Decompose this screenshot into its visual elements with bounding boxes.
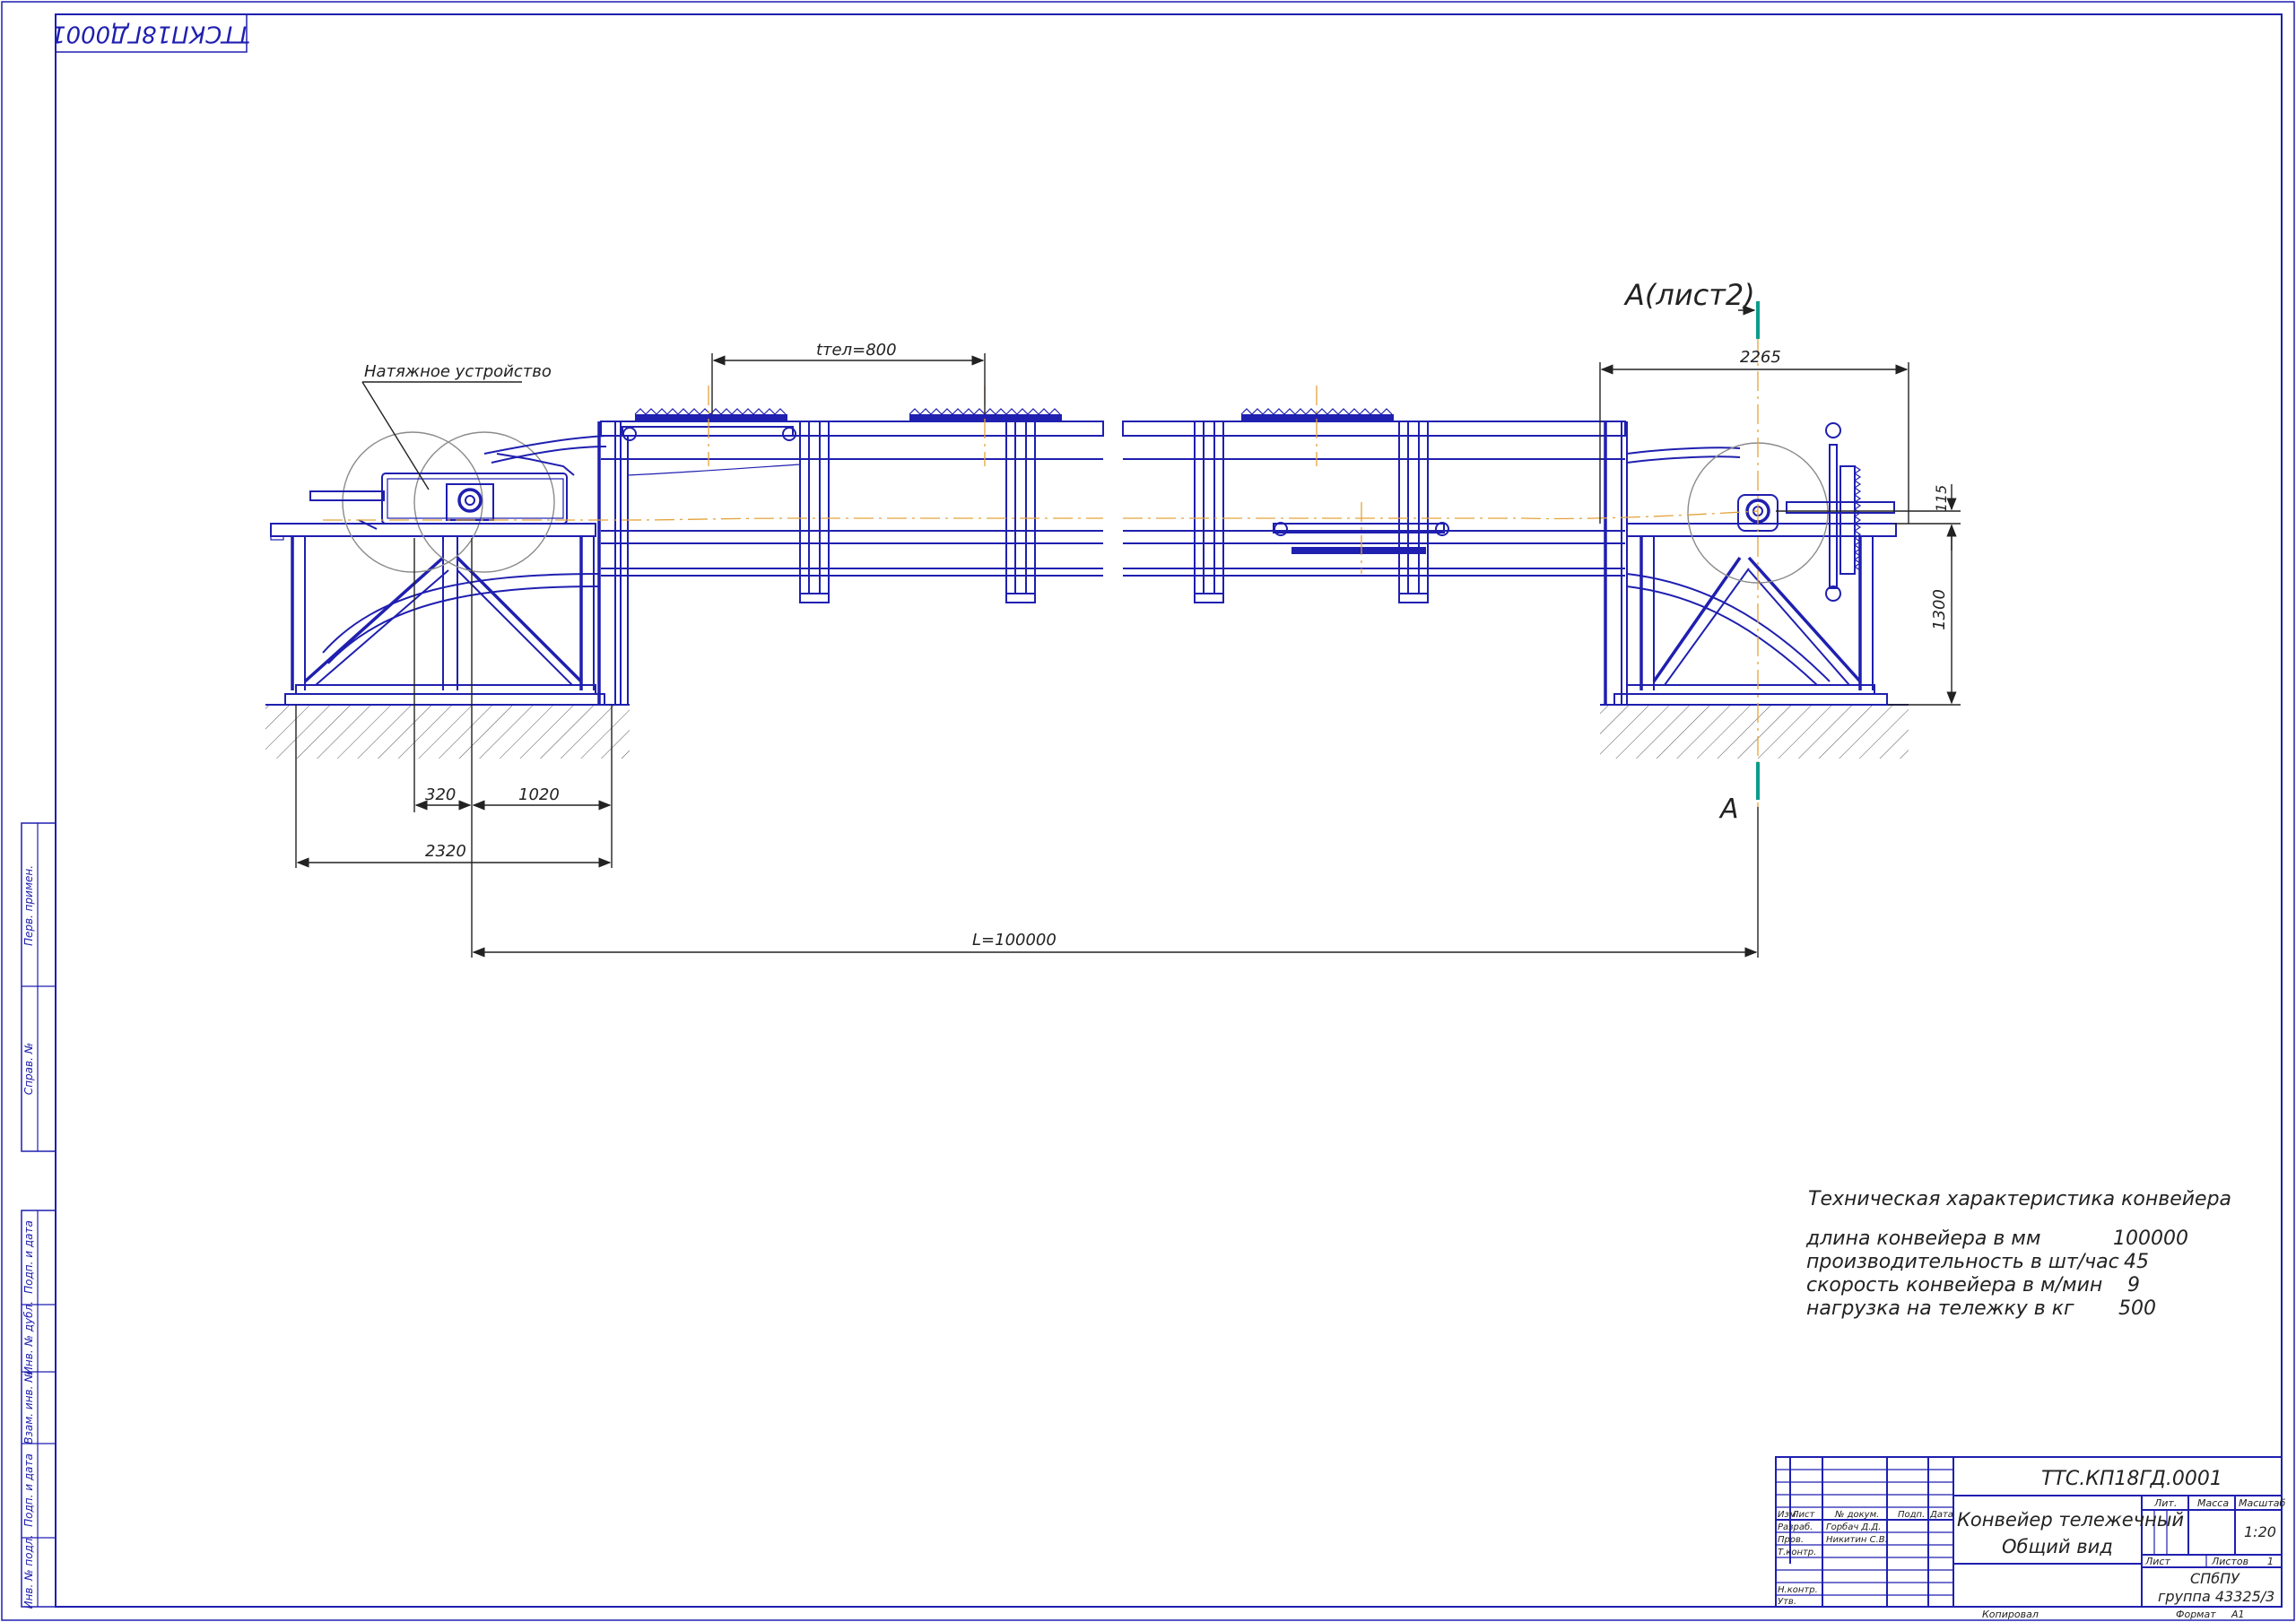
col-list: Лист (1791, 1510, 1816, 1520)
title-block: ТТС.КП18ГД.0001 Конвейер тележечный Общи… (1775, 1456, 2285, 1620)
side-stamp-3: Подп. и дата (22, 1220, 35, 1294)
inner-frame (55, 13, 2283, 1608)
col-date: Дата (1929, 1510, 1953, 1520)
view-label-bottom: А (1718, 794, 1739, 825)
drawing-name-2: Общий вид (2002, 1536, 2113, 1557)
drive-wheel (1687, 422, 1895, 602)
copied-label: Копировал (1982, 1609, 2039, 1620)
dim-1020: 1020 (518, 785, 560, 804)
spec-value-1: 100000 (2113, 1227, 2188, 1250)
role-approve: Утв. (1778, 1597, 1796, 1607)
role-ncontrol: Н.контр. (1778, 1585, 1818, 1595)
dim-115: 115 (1933, 485, 1950, 513)
conveyor-drawing: ТТСКП18ГД0001 Перв. примен. Справ. № Под… (1, 1, 2295, 1621)
trolley-3 (1240, 408, 1394, 421)
side-stamp-7: Инв. № подл. (22, 1535, 35, 1609)
spec-value-3: 9 (2127, 1274, 2140, 1297)
right-station-frame (1613, 447, 1897, 706)
side-stamp-5: Взам. инв. № (22, 1371, 35, 1444)
tech-specs: Техническая характеристика конвейера дли… (1805, 1188, 2231, 1320)
person-1: Горбач Д.Д. (1826, 1522, 1881, 1532)
ground-right (1600, 705, 1909, 759)
view-label-top: А(лист2) (1623, 278, 1755, 312)
role-tcontrol: Т.контр. (1778, 1548, 1816, 1557)
tension-device-label: Натяжное устройство (364, 362, 552, 381)
spec-label-1: длина конвейера в мм (1805, 1227, 2041, 1250)
format-label: Формат (2176, 1609, 2216, 1620)
main-frame-right (1122, 421, 1628, 705)
side-stamp-4: Инв. № дубл. (22, 1301, 35, 1375)
spec-label-4: нагрузка на тележку в кг (1806, 1297, 2074, 1320)
person-2: Никитин С.В. (1826, 1535, 1888, 1545)
col-sign: Подп. (1898, 1510, 1925, 1520)
format-value: А1 (2231, 1609, 2245, 1620)
role-check: Пров. (1778, 1535, 1804, 1545)
side-stamp-1: Перв. примен. (22, 865, 35, 946)
sheet-label: Лист (2144, 1556, 2170, 1567)
spec-value-4: 500 (2118, 1297, 2156, 1320)
drawing-name-1: Конвейер тележечный (1957, 1509, 2184, 1531)
trolley-2 (909, 408, 1062, 421)
dim-length: L=100000 (972, 931, 1057, 950)
dim-2265: 2265 (1740, 348, 1781, 367)
dimensions: tтел=800 2265 115 1300 320 1020 2320 L=1… (295, 341, 1961, 958)
org: СПбПУ (2190, 1570, 2240, 1587)
spec-value-2: 45 (2124, 1251, 2149, 1273)
outer-border (1, 1, 2295, 1621)
lit-label: Лит. (2153, 1497, 2177, 1509)
conveyor-view: А(лист2) А Натяжное устройство tтел=800 … (265, 278, 1961, 958)
scale-value: 1:20 (2244, 1523, 2276, 1540)
side-stamp: Перв. примен. Справ. № Подп. и дата Инв.… (21, 822, 57, 1609)
group: группа 43325/3 (2158, 1588, 2274, 1605)
sheets-value: 1 (2267, 1556, 2274, 1567)
dim-t-tel: tтел=800 (816, 341, 897, 360)
role-develop: Разраб. (1778, 1522, 1813, 1532)
mass-label: Масса (2197, 1497, 2229, 1509)
col-doc: № докум. (1834, 1510, 1879, 1520)
spec-label-2: производительность в шт/час (1806, 1251, 2119, 1273)
ground-left (265, 705, 630, 759)
dim-1300: 1300 (1930, 589, 1949, 630)
designation: ТТС.КП18ГД.0001 (2041, 1468, 2222, 1490)
side-stamp-2: Справ. № (22, 1043, 35, 1095)
scale-label: Масштаб (2239, 1497, 2285, 1509)
specs-title: Техническая характеристика конвейера (1808, 1188, 2231, 1210)
side-stamp-6: Подп. и дата (22, 1453, 35, 1527)
corner-stamp-text: ТТСКП18ГД0001 (51, 21, 250, 48)
dim-320: 320 (425, 785, 456, 804)
spec-label-3: скорость конвейера в м/мин (1806, 1274, 2102, 1297)
main-frame-left (483, 421, 1104, 705)
sheets-label: Листов (2211, 1556, 2248, 1567)
corner-stamp: ТТСКП18ГД0001 (51, 13, 250, 53)
dim-2320: 2320 (425, 842, 466, 861)
